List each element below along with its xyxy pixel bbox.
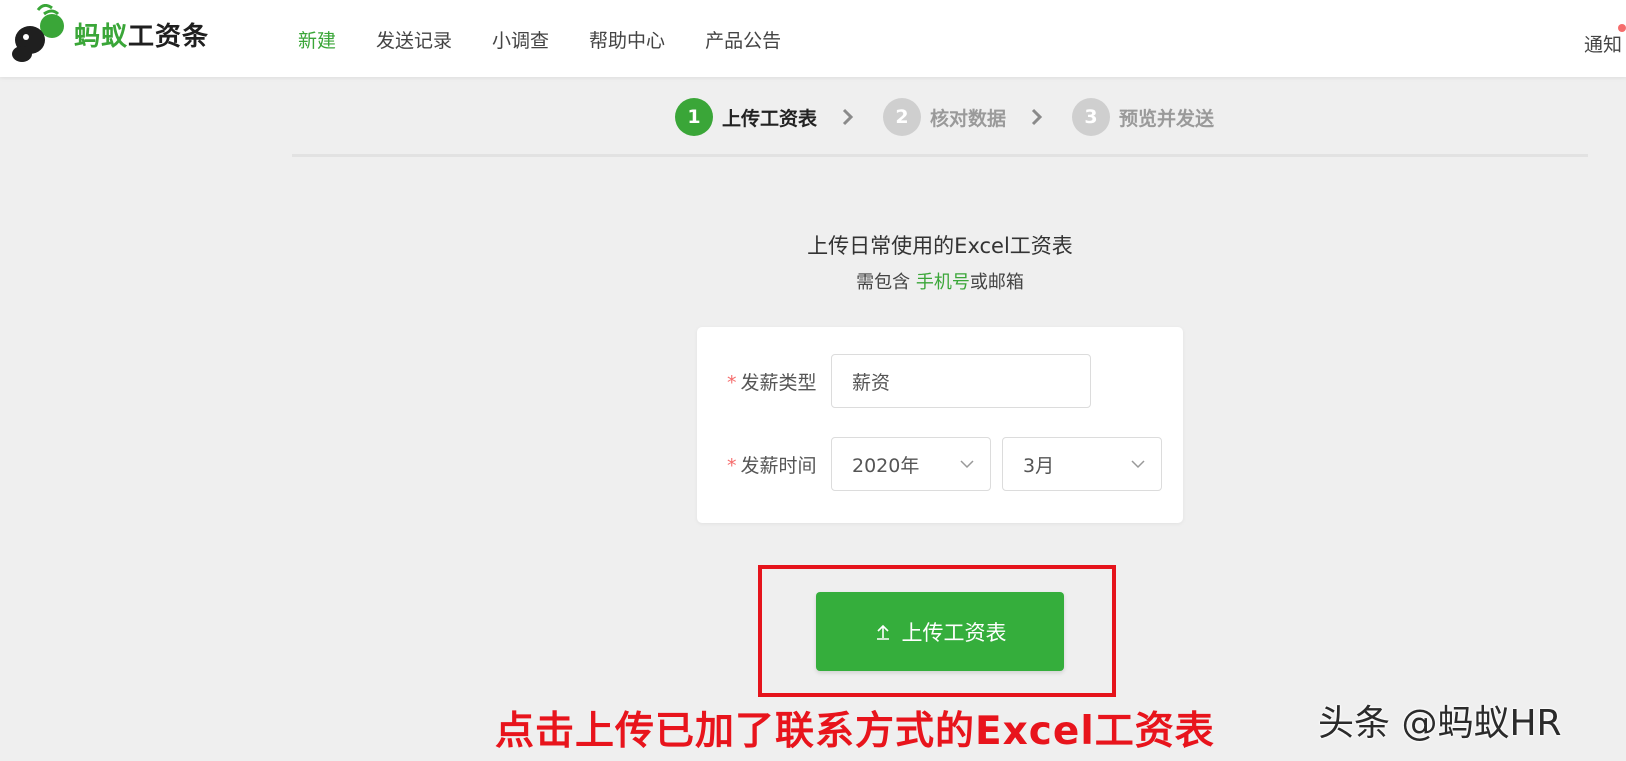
top-navbar: 蚂蚁工资条 新建 发送记录 小调查 帮助中心 产品公告 通知 xyxy=(0,0,1626,77)
upload-intro-title: 上传日常使用的Excel工资表 xyxy=(807,234,1073,258)
step-preview-send: 3 预览并发送 xyxy=(1072,98,1214,136)
chevron-down-icon xyxy=(960,460,974,469)
pay-type-row: * 发薪类型 薪资 xyxy=(727,354,1091,408)
pay-time-row: * 发薪时间 2020年 3月 xyxy=(727,437,1162,491)
step-label: 上传工资表 xyxy=(722,107,818,130)
brand-name: 蚂蚁工资条 xyxy=(74,21,210,52)
nav-new[interactable]: 新建 xyxy=(298,26,336,53)
annotation-caption: 点击上传已加了联系方式的Excel工资表 xyxy=(495,709,1215,754)
brand-logo[interactable]: 蚂蚁工资条 xyxy=(8,4,209,64)
pay-time-label: * 发薪时间 xyxy=(727,454,817,477)
chevron-right-icon xyxy=(1031,108,1043,126)
watermark: 头条 @蚂蚁HR xyxy=(1318,703,1562,744)
pay-type-input[interactable]: 薪资 xyxy=(831,354,1091,408)
step-label: 预览并发送 xyxy=(1119,107,1215,130)
step-number: 1 xyxy=(675,98,713,136)
notification-dot xyxy=(1618,24,1626,32)
month-select[interactable]: 3月 xyxy=(1002,437,1162,491)
chevron-down-icon xyxy=(1131,460,1145,469)
step-label: 核对数据 xyxy=(930,107,1007,130)
pay-type-label: * 发薪类型 xyxy=(727,371,817,394)
payroll-settings-card: * 发薪类型 薪资 * 发薪时间 2020年 3月 xyxy=(697,327,1183,523)
highlight-box xyxy=(758,565,1116,697)
phone-highlight: 手机号 xyxy=(915,272,970,293)
nav-help-center[interactable]: 帮助中心 xyxy=(589,26,665,53)
chevron-right-icon xyxy=(842,108,854,126)
step-verify: 2 核对数据 xyxy=(883,98,1006,136)
step-upload: 1 上传工资表 xyxy=(675,98,817,136)
ant-logo-icon xyxy=(12,4,64,62)
progress-steps: 1 上传工资表 2 核对数据 3 预览并发送 xyxy=(675,98,1214,136)
notification-link[interactable]: 通知 xyxy=(1584,30,1626,57)
step-number: 2 xyxy=(883,98,922,136)
step-number: 3 xyxy=(1072,98,1111,136)
upload-intro-subtitle: 需包含 手机号或邮箱 xyxy=(856,272,1024,293)
nav-survey[interactable]: 小调查 xyxy=(492,26,549,53)
steps-divider xyxy=(292,154,1588,157)
year-select[interactable]: 2020年 xyxy=(831,437,991,491)
nav-announcements[interactable]: 产品公告 xyxy=(705,26,781,53)
nav-send-records[interactable]: 发送记录 xyxy=(376,26,452,53)
main-nav: 新建 发送记录 小调查 帮助中心 产品公告 xyxy=(298,26,821,53)
